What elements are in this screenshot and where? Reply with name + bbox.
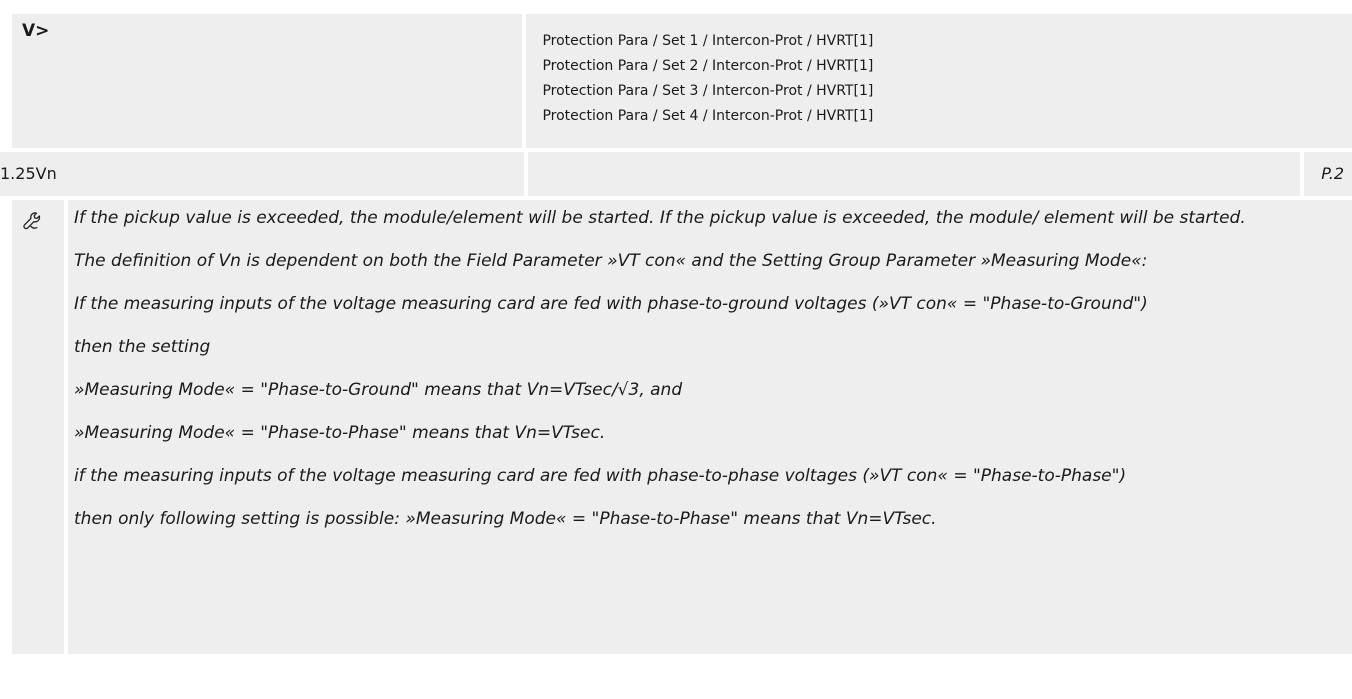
description-text: If the pickup value is exceeded, the mod… [68, 200, 1352, 654]
description-paragraph: The definition of Vn is dependent on bot… [74, 251, 1148, 271]
description-paragraph: »Measuring Mode« = "Phase-to-Ground" mea… [74, 380, 683, 400]
description-row: If the pickup value is exceeded, the mod… [12, 200, 1352, 654]
parameter-table: V> Protection Para / Set 1 / Intercon-Pr… [0, 14, 1352, 654]
page-reference: P.2 [1304, 152, 1352, 196]
empty-cell [528, 152, 1300, 196]
menu-path: Protection Para / Set 1 / Intercon-Prot … [542, 33, 874, 49]
default-value: 1.25Vn [0, 152, 524, 196]
description-paragraph: If the pickup value is exceeded, the mod… [74, 208, 1246, 228]
wrench-icon [23, 212, 41, 230]
menu-path: Protection Para / Set 3 / Intercon-Prot … [542, 83, 874, 99]
header-row: V> Protection Para / Set 1 / Intercon-Pr… [12, 14, 1352, 148]
description-paragraph: »Measuring Mode« = "Phase-to-Phase" mean… [74, 423, 606, 443]
description-paragraph: then the setting [74, 337, 211, 357]
value-row: 1.25Vn P.2 [0, 152, 1352, 196]
menu-path-cell: Protection Para / Set 1 / Intercon-Prot … [526, 14, 1352, 148]
description-paragraph: then only following setting is possible:… [74, 509, 937, 529]
parameter-name: V> [22, 21, 50, 41]
menu-path: Protection Para / Set 4 / Intercon-Prot … [542, 108, 874, 124]
parameter-name-cell: V> [12, 14, 523, 148]
description-paragraph: If the measuring inputs of the voltage m… [74, 294, 1148, 314]
menu-path: Protection Para / Set 2 / Intercon-Prot … [542, 58, 874, 74]
description-paragraph: if the measuring inputs of the voltage m… [74, 466, 1127, 486]
icon-cell [12, 200, 64, 654]
